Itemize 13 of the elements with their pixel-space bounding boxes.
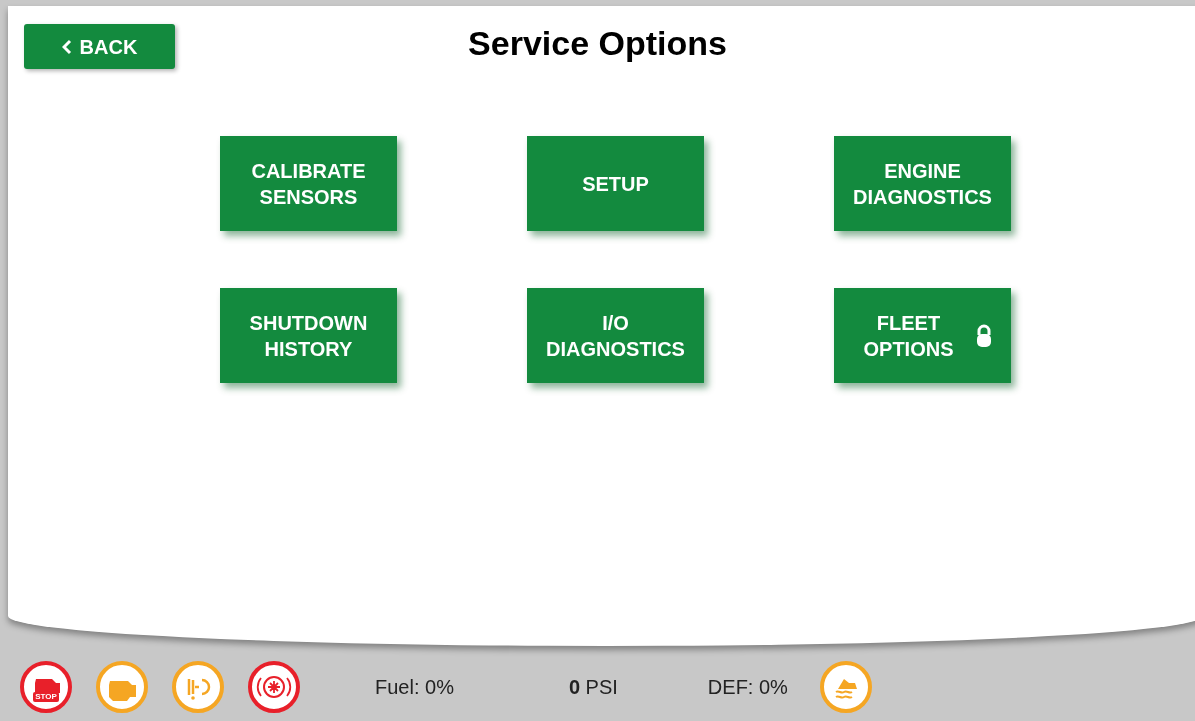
menu-option-button[interactable]: ENGINE DIAGNOSTICS — [834, 136, 1011, 231]
page-title: Service Options — [468, 23, 727, 64]
def-reading: DEF: 0% — [707, 674, 788, 700]
chevron-left-icon — [61, 38, 72, 55]
back-button[interactable]: BACK — [24, 24, 175, 69]
pressure-reading: 0 PSI — [568, 674, 618, 700]
menu-option-button[interactable]: CALIBRATE SENSORS — [220, 136, 397, 231]
menu-option-button[interactable]: FLEET OPTIONS — [834, 288, 1011, 383]
menu-option-button[interactable]: SHUTDOWN HISTORY — [220, 288, 397, 383]
fuel-reading: Fuel: 0% — [375, 674, 454, 700]
stop-label: STOP — [34, 691, 58, 702]
menu-option-button[interactable]: SETUP — [527, 136, 704, 231]
menu-option-button[interactable]: I/O DIAGNOSTICS — [527, 288, 704, 383]
